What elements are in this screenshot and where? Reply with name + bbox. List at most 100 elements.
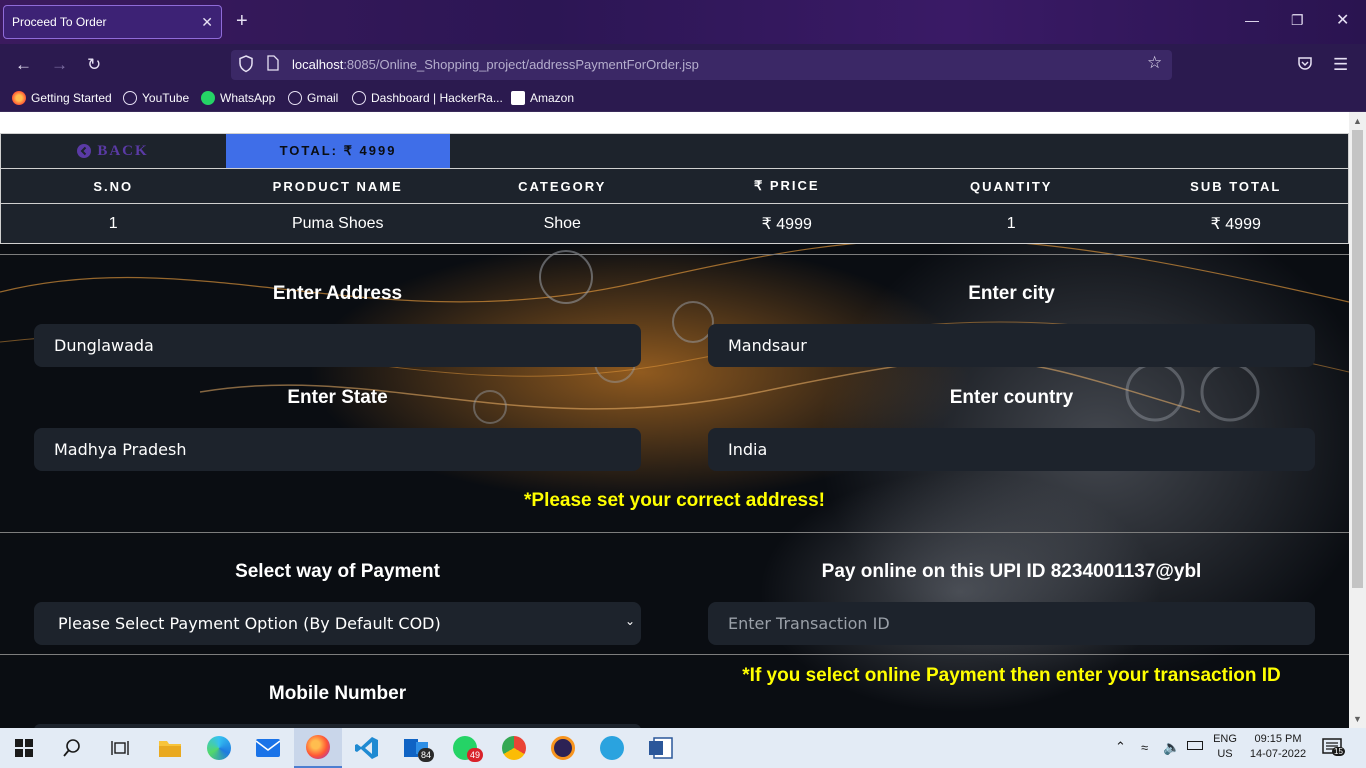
city-input[interactable] xyxy=(708,324,1315,367)
payment-method-value: Please Select Payment Option (By Default… xyxy=(58,614,441,633)
tab-close-icon[interactable]: ✕ xyxy=(201,14,213,31)
outlook-badge: 84 xyxy=(418,748,434,762)
bookmark-star-icon[interactable]: ☆ xyxy=(1147,53,1162,73)
header-category: CATEGORY xyxy=(518,178,607,194)
new-tab-button[interactable]: + xyxy=(236,10,248,32)
page-viewport: BACK TOTAL: ₹ 4999 S.NO PRODUCT NAME CAT… xyxy=(0,112,1349,728)
taskbar-firefox[interactable] xyxy=(294,728,342,768)
taskbar-word[interactable] xyxy=(637,728,685,768)
word-icon xyxy=(649,737,673,759)
state-input[interactable] xyxy=(34,428,641,471)
chevron-down-icon: ⌄ xyxy=(624,614,635,628)
header-sno: S.NO xyxy=(93,178,134,194)
eclipse-icon xyxy=(551,736,575,760)
tab-proceed-to-order[interactable]: Proceed To Order ✕ xyxy=(3,5,222,39)
windows-icon xyxy=(15,739,33,757)
reload-icon[interactable]: ↻ xyxy=(87,55,101,75)
bookmark-getting-started[interactable]: Getting Started xyxy=(12,91,112,105)
task-view-icon xyxy=(111,741,129,755)
search-button[interactable] xyxy=(48,728,96,768)
header-quantity: QUANTITY xyxy=(970,178,1053,194)
taskbar: 84 49 ⌃ ≈ 🔈 ENG US 09:15 PM 14-07-2022 1… xyxy=(0,728,1366,768)
divider xyxy=(0,654,1349,655)
menu-icon[interactable]: ☰ xyxy=(1333,55,1348,75)
browser-tab-strip: Proceed To Order ✕ + — ❐ ✕ xyxy=(0,0,1366,44)
globe-icon xyxy=(123,91,137,105)
table-row: 1 Puma Shoes Shoe ₹ 4999 1 ₹ 4999 xyxy=(0,203,1349,244)
restore-icon[interactable]: ❐ xyxy=(1291,12,1304,29)
taskbar-whatsapp[interactable]: 49 xyxy=(441,728,489,768)
bookmark-label: Dashboard | HackerRa... xyxy=(371,91,503,105)
lang-bottom: US xyxy=(1217,748,1233,760)
bookmark-label: WhatsApp xyxy=(220,91,276,105)
cell-price: ₹ 4999 xyxy=(761,215,812,233)
scrollbar-thumb[interactable] xyxy=(1352,130,1363,588)
pocket-icon[interactable] xyxy=(1297,55,1313,76)
tab-title: Proceed To Order xyxy=(12,15,107,29)
edge-icon xyxy=(207,736,231,760)
minimize-icon[interactable]: — xyxy=(1245,12,1259,28)
taskbar-outlook[interactable]: 84 xyxy=(392,728,440,768)
bookmark-gmail[interactable]: Gmail xyxy=(288,91,338,105)
bookmark-amazon[interactable]: Amazon xyxy=(511,91,574,105)
country-label: Enter country xyxy=(949,387,1074,408)
tray-overflow-icon[interactable]: ⌃ xyxy=(1115,739,1126,755)
shield-icon[interactable] xyxy=(238,55,254,76)
cell-product-name: Puma Shoes xyxy=(291,214,384,232)
order-table-header: S.NO PRODUCT NAME CATEGORY ₹ PRICE QUANT… xyxy=(0,168,1349,204)
taskbar-edge[interactable] xyxy=(195,728,243,768)
transaction-notice: *If you select online Payment then enter… xyxy=(742,665,1281,686)
amazon-icon xyxy=(511,91,525,105)
clock-time: 09:15 PM xyxy=(1254,733,1302,745)
mail-icon xyxy=(256,739,280,757)
bookmark-hackerrank[interactable]: Dashboard | HackerRa... xyxy=(352,91,503,105)
url-path: :8085/Online_Shopping_project/addressPay… xyxy=(343,57,699,72)
bookmark-whatsapp[interactable]: WhatsApp xyxy=(201,91,275,105)
taskbar-file-explorer[interactable] xyxy=(146,728,194,768)
taskbar-vscode[interactable] xyxy=(343,728,391,768)
bookmark-label: Amazon xyxy=(530,91,575,105)
task-view-button[interactable] xyxy=(96,728,144,768)
taskbar-chrome[interactable] xyxy=(490,728,538,768)
notification-center[interactable]: 15 xyxy=(1322,738,1345,761)
header-sub-total: SUB TOTAL xyxy=(1190,178,1282,194)
divider xyxy=(0,254,1349,255)
address-input[interactable] xyxy=(34,324,641,367)
back-circle-icon xyxy=(77,144,92,158)
state-label: Enter State xyxy=(287,387,388,408)
mobile-label: Mobile Number xyxy=(268,683,407,704)
volume-icon[interactable]: 🔈 xyxy=(1163,739,1180,756)
language-indicator[interactable]: ENG US xyxy=(1210,733,1240,760)
wifi-icon[interactable]: ≈ xyxy=(1141,740,1148,755)
back-button[interactable]: BACK xyxy=(1,134,225,168)
taskbar-telegram[interactable] xyxy=(588,728,636,768)
back-arrow-icon[interactable]: ← xyxy=(15,55,32,75)
url-bar[interactable]: localhost:8085/Online_Shopping_project/a… xyxy=(231,50,1172,80)
page-icon[interactable] xyxy=(267,55,279,74)
country-input[interactable] xyxy=(708,428,1315,471)
taskbar-eclipse[interactable] xyxy=(539,728,587,768)
page-top-strip xyxy=(0,112,1349,133)
cell-sub-total: ₹ 4999 xyxy=(1210,215,1261,233)
cell-category: Shoe xyxy=(543,214,581,232)
header-product-name: PRODUCT NAME xyxy=(272,178,403,194)
chrome-icon xyxy=(502,736,526,760)
taskbar-mail[interactable] xyxy=(244,728,292,768)
payment-method-select[interactable]: Please Select Payment Option (By Default… xyxy=(34,602,641,645)
close-window-icon[interactable]: ✕ xyxy=(1336,10,1349,30)
scroll-up-icon[interactable]: ▲ xyxy=(1353,116,1362,126)
bookmarks-toolbar: Getting Started YouTube WhatsApp Gmail D… xyxy=(0,86,1366,112)
clock[interactable]: 09:15 PM 14-07-2022 xyxy=(1244,733,1312,760)
cell-sno: 1 xyxy=(108,214,118,232)
battery-icon[interactable] xyxy=(1187,741,1203,750)
start-button[interactable] xyxy=(0,728,48,768)
address-notice: *Please set your correct address! xyxy=(524,490,825,511)
folder-icon xyxy=(159,741,181,757)
url-text[interactable]: localhost:8085/Online_Shopping_project/a… xyxy=(292,57,699,72)
transaction-id-input[interactable] xyxy=(708,602,1315,645)
bookmark-youtube[interactable]: YouTube xyxy=(123,91,189,105)
firefox-icon xyxy=(12,91,26,105)
notification-count: 15 xyxy=(1332,747,1345,756)
scroll-down-icon[interactable]: ▼ xyxy=(1353,714,1362,724)
forward-arrow-icon[interactable]: → xyxy=(51,55,68,75)
